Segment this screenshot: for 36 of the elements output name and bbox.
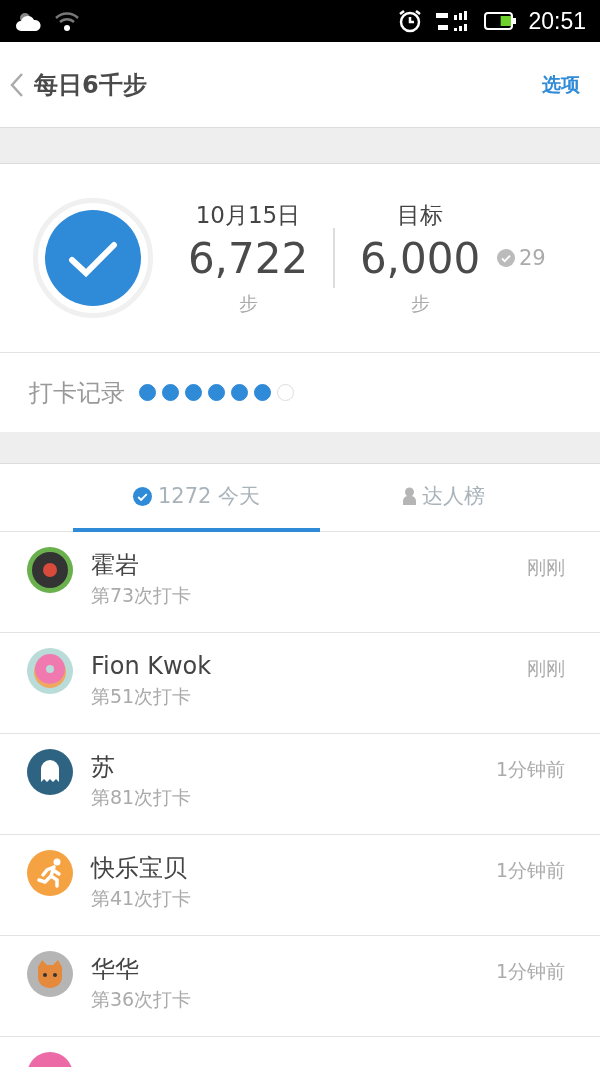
- user-name: Fion Kwok: [91, 651, 213, 682]
- record-label: 打卡记录: [29, 377, 125, 409]
- wifi-icon: [54, 10, 80, 32]
- user-name: 霍岩: [91, 550, 140, 581]
- user-name: 快乐宝贝: [91, 853, 188, 884]
- alarm-icon: [398, 9, 423, 33]
- time-label: 1分钟前: [495, 858, 565, 883]
- check-circle-icon: [132, 486, 152, 506]
- date-label: 10月15日: [195, 200, 301, 230]
- check-circle-icon: [497, 249, 515, 267]
- badge-count: 29: [519, 246, 546, 270]
- weather-icon: [16, 10, 42, 32]
- clock-time: 20:51: [528, 7, 586, 35]
- back-icon[interactable]: [10, 72, 24, 98]
- time-label: 刚刚: [527, 656, 565, 681]
- tab[interactable]: 1272 今天: [73, 464, 320, 532]
- page-title: 每日6千步: [34, 70, 148, 101]
- checkin-count: 第41次打卡: [91, 886, 193, 911]
- checkin-count: 第51次打卡: [91, 684, 193, 709]
- goal-label: 目标: [397, 200, 443, 230]
- time-label: 1分钟前: [495, 757, 565, 782]
- user-name: 苏: [91, 752, 116, 783]
- goal-count: 6,000: [359, 232, 481, 285]
- step-count: 6,722: [187, 232, 309, 285]
- checkin-count: 第81次打卡: [91, 785, 193, 810]
- unit-label: 步: [410, 290, 430, 316]
- person-icon: [402, 487, 416, 505]
- checkin-count: 第36次打卡: [91, 987, 193, 1012]
- battery-icon: [484, 12, 517, 30]
- time-label: 刚刚: [527, 555, 565, 580]
- options-link[interactable]: 选项: [542, 72, 580, 98]
- checkin-count: 第73次打卡: [91, 583, 193, 608]
- tab[interactable]: 达人榜: [320, 464, 567, 532]
- unit-label: 步: [238, 290, 258, 316]
- user-name: 华华: [91, 954, 140, 985]
- time-label: 1分钟前: [495, 959, 565, 984]
